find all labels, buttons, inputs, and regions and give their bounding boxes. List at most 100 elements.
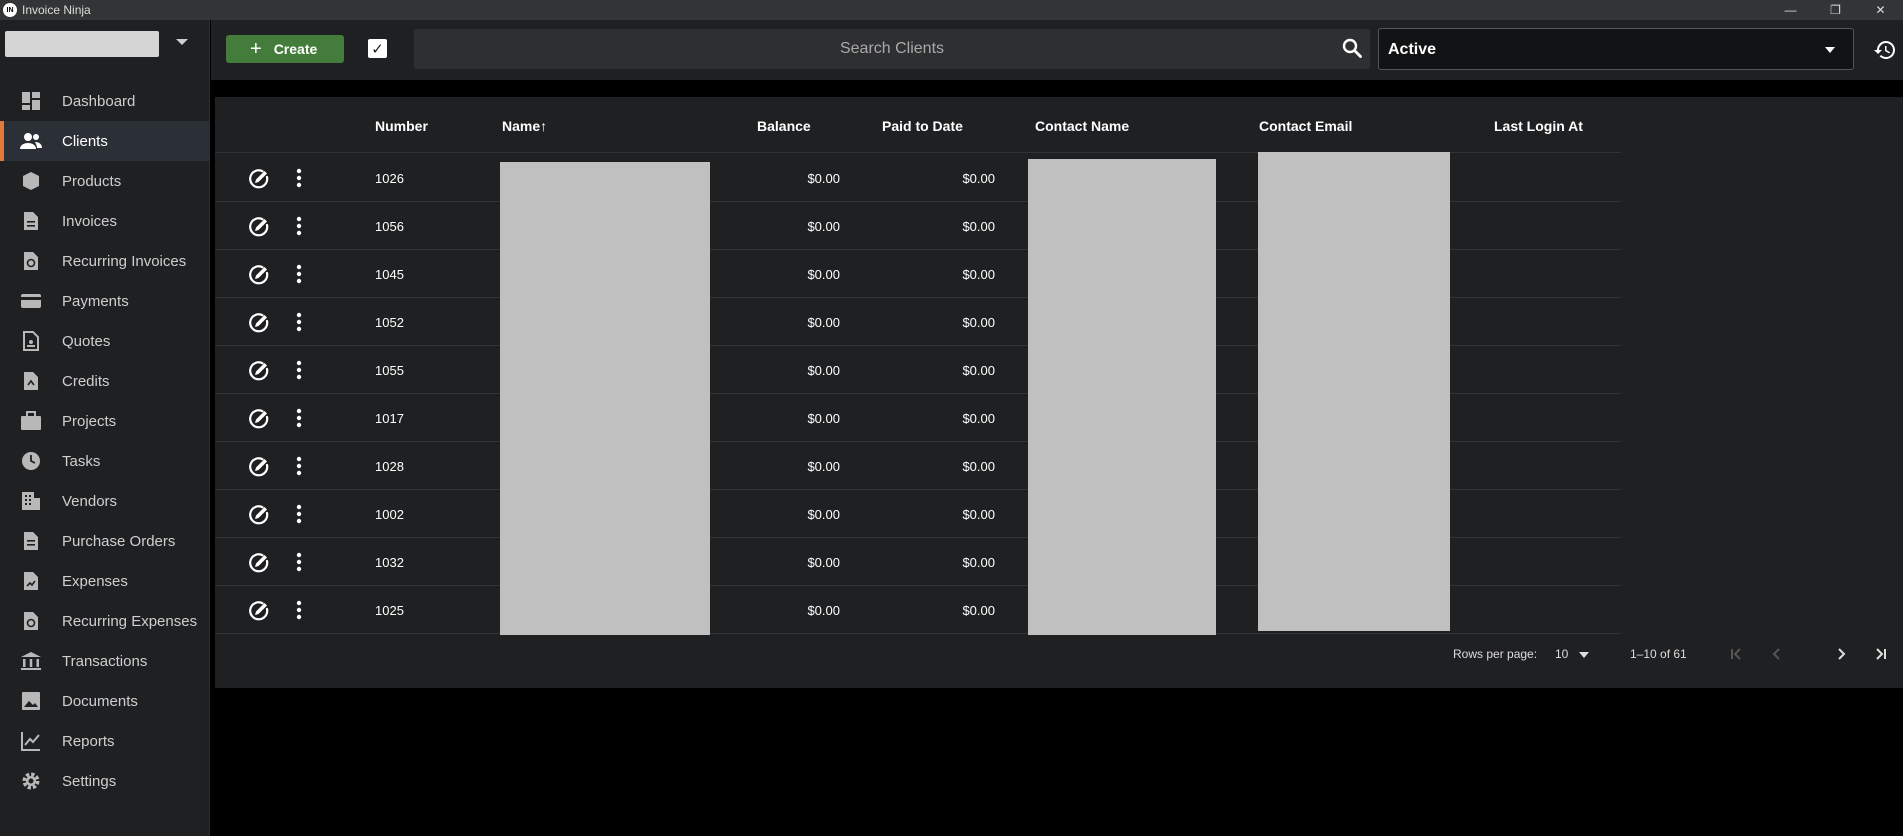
sidebar-item-settings[interactable]: Settings bbox=[0, 761, 210, 801]
sidebar-item-label: Payments bbox=[62, 292, 129, 310]
table-header: Number Name↑ Balance Paid to Date Contac… bbox=[215, 97, 1621, 153]
sidebar-item-label: Projects bbox=[62, 412, 117, 430]
more-vertical-icon[interactable] bbox=[296, 312, 302, 332]
header-paid-to-date[interactable]: Paid to Date bbox=[882, 118, 963, 134]
sidebar-item-label: Vendors bbox=[62, 492, 118, 510]
restore-button[interactable]: ❐ bbox=[1813, 0, 1858, 20]
header-number[interactable]: Number bbox=[375, 118, 428, 134]
more-vertical-icon[interactable] bbox=[296, 456, 302, 476]
credits-icon bbox=[20, 371, 42, 391]
edit-icon[interactable] bbox=[248, 456, 270, 478]
reports-icon bbox=[20, 731, 42, 751]
select-all-checkbox[interactable]: ✓ bbox=[368, 39, 387, 58]
header-balance[interactable]: Balance bbox=[757, 118, 811, 134]
transactions-icon bbox=[20, 651, 42, 671]
sidebar-item-invoices[interactable]: Invoices bbox=[0, 201, 210, 241]
client-number[interactable]: 1026 bbox=[375, 171, 404, 186]
recurring-expenses-icon bbox=[20, 611, 42, 631]
sidebar-item-payments[interactable]: Payments bbox=[0, 281, 210, 321]
client-number[interactable]: 1025 bbox=[375, 603, 404, 618]
company-dropdown-icon[interactable] bbox=[176, 39, 188, 45]
rows-per-page-select[interactable]: 10 bbox=[1555, 647, 1568, 661]
header-last-login-at[interactable]: Last Login At bbox=[1494, 118, 1583, 134]
first-page-icon[interactable] bbox=[1725, 642, 1749, 666]
more-vertical-icon[interactable] bbox=[296, 504, 302, 524]
edit-icon[interactable] bbox=[248, 168, 270, 190]
previous-page-icon[interactable] bbox=[1765, 642, 1789, 666]
client-number[interactable]: 1017 bbox=[375, 411, 404, 426]
client-balance: $0.00 bbox=[807, 555, 840, 570]
sidebar-item-recurring-expenses[interactable]: Recurring Expenses bbox=[0, 601, 210, 641]
search-bar bbox=[414, 29, 1370, 69]
sidebar-item-vendors[interactable]: Vendors bbox=[0, 481, 210, 521]
edit-icon[interactable] bbox=[248, 600, 270, 622]
header-name[interactable]: Name↑ bbox=[502, 118, 547, 134]
sidebar-item-label: Documents bbox=[62, 692, 138, 710]
sidebar-item-quotes[interactable]: Quotes bbox=[0, 321, 210, 361]
client-paid-to-date: $0.00 bbox=[962, 411, 995, 426]
client-number[interactable]: 1055 bbox=[375, 363, 404, 378]
edit-icon[interactable] bbox=[248, 216, 270, 238]
edit-icon[interactable] bbox=[248, 264, 270, 286]
more-vertical-icon[interactable] bbox=[296, 168, 302, 188]
sidebar-item-clients[interactable]: Clients bbox=[0, 121, 210, 161]
client-balance: $0.00 bbox=[807, 171, 840, 186]
sidebar-item-label: Purchase Orders bbox=[62, 532, 176, 550]
create-button[interactable]: + Create bbox=[226, 35, 344, 63]
client-number[interactable]: 1002 bbox=[375, 507, 404, 522]
client-paid-to-date: $0.00 bbox=[962, 555, 995, 570]
search-icon[interactable] bbox=[1342, 38, 1362, 58]
client-balance: $0.00 bbox=[807, 459, 840, 474]
status-filter-select[interactable]: Active bbox=[1378, 28, 1854, 70]
client-number[interactable]: 1028 bbox=[375, 459, 404, 474]
edit-icon[interactable] bbox=[248, 408, 270, 430]
more-vertical-icon[interactable] bbox=[296, 264, 302, 284]
more-vertical-icon[interactable] bbox=[296, 360, 302, 380]
client-balance: $0.00 bbox=[807, 315, 840, 330]
more-vertical-icon[interactable] bbox=[296, 408, 302, 428]
sidebar-item-purchase-orders[interactable]: Purchase Orders bbox=[0, 521, 210, 561]
client-number[interactable]: 1032 bbox=[375, 555, 404, 570]
sidebar-item-tasks[interactable]: Tasks bbox=[0, 441, 210, 481]
edit-icon[interactable] bbox=[248, 552, 270, 574]
sidebar-item-products[interactable]: Products bbox=[0, 161, 210, 201]
more-vertical-icon[interactable] bbox=[296, 552, 302, 572]
plus-icon: + bbox=[250, 38, 262, 60]
sidebar-item-projects[interactable]: Projects bbox=[0, 401, 210, 441]
sidebar-item-expenses[interactable]: Expenses bbox=[0, 561, 210, 601]
close-window-button[interactable]: ✕ bbox=[1858, 0, 1903, 20]
search-input[interactable] bbox=[414, 29, 1314, 69]
sidebar-item-credits[interactable]: Credits bbox=[0, 361, 210, 401]
client-number[interactable]: 1056 bbox=[375, 219, 404, 234]
edit-icon[interactable] bbox=[248, 312, 270, 334]
history-icon[interactable] bbox=[1873, 38, 1897, 62]
more-vertical-icon[interactable] bbox=[296, 216, 302, 236]
sidebar-item-label: Products bbox=[62, 172, 122, 190]
edit-icon[interactable] bbox=[248, 360, 270, 382]
client-number[interactable]: 1045 bbox=[375, 267, 404, 282]
rows-per-page-dropdown-icon[interactable] bbox=[1579, 652, 1589, 658]
header-contact-email[interactable]: Contact Email bbox=[1259, 118, 1352, 134]
sidebar-item-reports[interactable]: Reports bbox=[0, 721, 210, 761]
header-contact-name[interactable]: Contact Name bbox=[1035, 118, 1129, 134]
sidebar-item-documents[interactable]: Documents bbox=[0, 681, 210, 721]
sidebar-item-label: Tasks bbox=[62, 452, 101, 470]
products-icon bbox=[20, 171, 42, 191]
next-page-icon[interactable] bbox=[1829, 642, 1853, 666]
tasks-icon bbox=[20, 451, 42, 471]
client-number[interactable]: 1052 bbox=[375, 315, 404, 330]
sidebar-item-transactions[interactable]: Transactions bbox=[0, 641, 210, 681]
last-page-icon[interactable] bbox=[1868, 642, 1892, 666]
settings-icon bbox=[20, 771, 42, 791]
client-paid-to-date: $0.00 bbox=[962, 171, 995, 186]
sidebar-item-dashboard[interactable]: Dashboard bbox=[0, 81, 210, 121]
sidebar-item-recurring-invoices[interactable]: Recurring Invoices bbox=[0, 241, 210, 281]
edit-icon[interactable] bbox=[248, 504, 270, 526]
window-title: Invoice Ninja bbox=[22, 3, 91, 17]
clients-icon bbox=[20, 131, 42, 151]
more-vertical-icon[interactable] bbox=[296, 600, 302, 620]
client-paid-to-date: $0.00 bbox=[962, 267, 995, 282]
company-selector[interactable] bbox=[5, 31, 159, 57]
minimize-button[interactable]: — bbox=[1768, 0, 1813, 20]
header-name-label: Name bbox=[502, 118, 541, 134]
